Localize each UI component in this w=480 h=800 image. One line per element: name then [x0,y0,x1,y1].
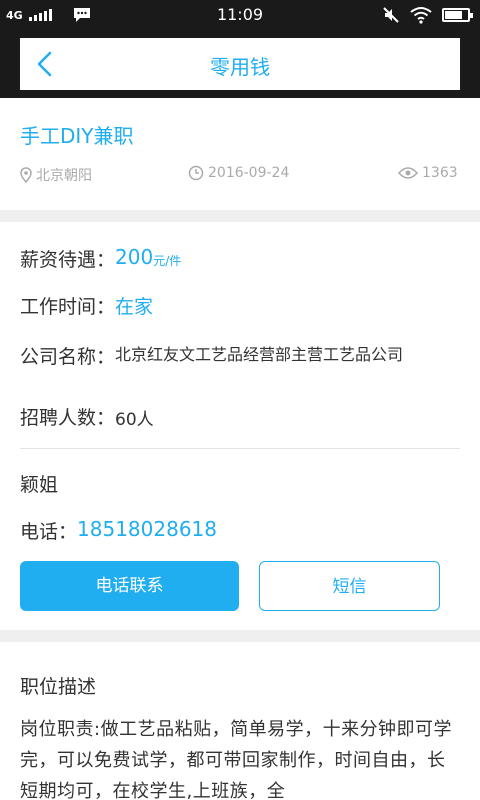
company-label: 公司名称： [20,346,116,368]
salary-unit: 元/件 [153,254,182,268]
status-right [382,6,473,24]
date-text: 2016-09-24 [208,165,290,181]
views-count: 1363 [422,165,458,181]
call-button[interactable]: 电话联系 [20,561,239,611]
salary-value: 200 [115,245,154,269]
location-pin-icon [20,167,32,183]
job-header-card: 手工DIY兼职 北京朝阳 2016-09-24 1363 [0,98,480,210]
phone-number-link[interactable]: 18518028618 [77,517,217,544]
phone-row: 电话： 18518028618 [20,517,217,544]
company-row: 公司名称： 北京红友文工艺品经营部主营工艺品公司 [20,342,435,369]
description-body: 岗位职责:做工艺品粘贴，简单易学，十来分钟即可学完，可以免费试学，都可带回家制作… [20,719,453,800]
eye-icon [398,167,418,179]
job-details-card: 薪资待遇： 200 元/件 工作时间： 在家 公司名称： 北京红友文工艺品经营部… [0,222,480,630]
job-views: 1363 [398,165,458,181]
headcount-label: 招聘人数： [20,407,116,429]
clock-icon [188,165,204,181]
status-bar: 4G 11:09 [0,0,480,30]
worktime-value: 在家 [115,296,154,318]
headcount-row: 招聘人数： 60人 [20,403,154,430]
company-value: 北京红友文工艺品经营部主营工艺品公司 [115,345,404,364]
salary-row: 薪资待遇： 200 元/件 [20,245,181,272]
battery-icon [442,8,473,22]
contact-name-text: 颖姐 [20,474,59,496]
mute-icon [383,7,399,23]
divider [20,448,460,449]
job-date: 2016-09-24 [188,165,289,181]
headcount-value: 60人 [115,410,154,430]
contact-name: 颖姐 [20,470,58,497]
worktime-row: 工作时间： 在家 [20,292,153,319]
job-description-card: 职位描述 岗位职责:做工艺品粘贴，简单易学，十来分钟即可学完，可以免费试学，都可… [0,642,480,800]
salary-label: 薪资待遇： [20,249,116,271]
header: 零用钱 [0,30,480,98]
job-title: 手工DIY兼职 [20,124,134,148]
phone-label: 电话： [20,521,78,543]
job-location: 北京朝阳 [20,165,92,185]
description-title: 职位描述 [20,676,97,698]
worktime-label: 工作时间： [20,296,116,318]
page-title: 零用钱 [210,55,270,79]
location-text: 北京朝阳 [36,168,92,184]
nav-bar: 零用钱 [20,38,460,90]
sms-button[interactable]: 短信 [259,561,440,611]
wifi-icon [410,7,432,24]
